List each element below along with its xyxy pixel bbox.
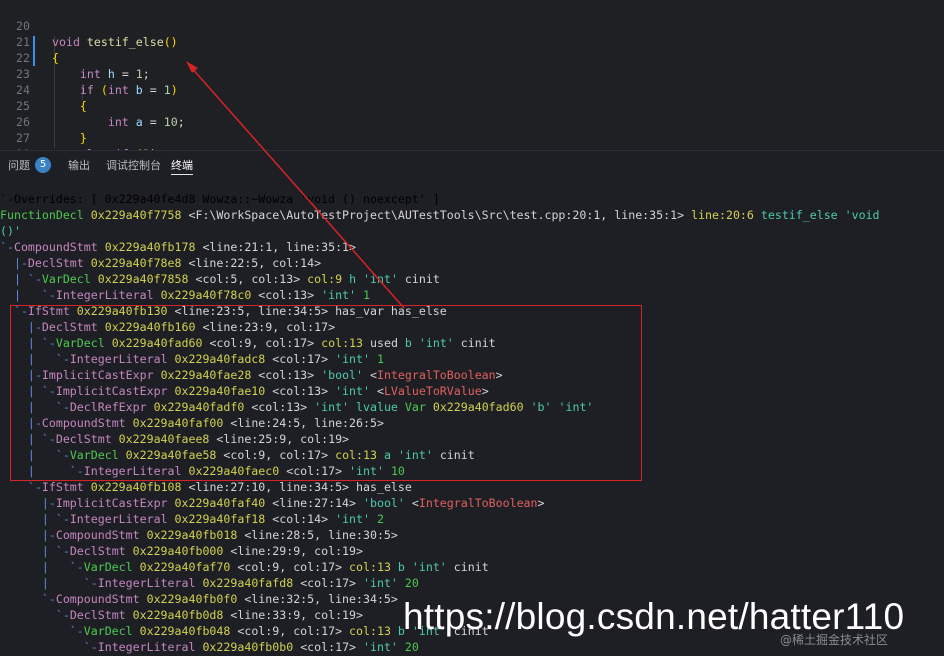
code-line[interactable]: 26 }: [0, 98, 944, 145]
terminal-line: `-CompoundStmt 0x229a40fb178 <line:21:1,…: [0, 240, 357, 254]
tab-output[interactable]: 输出: [68, 157, 90, 173]
terminal-line: |-CompoundStmt 0x229a40fb018 <line:28:5,…: [0, 528, 398, 542]
tab-debug-console[interactable]: 调试控制台: [106, 157, 161, 173]
terminal-line: | `-VarDecl 0x229a40fad60 <col:9, col:17…: [0, 336, 496, 350]
terminal-line: `-IntegerLiteral 0x229a40fb0b0 <col:17> …: [0, 640, 419, 654]
terminal-line: | `-VarDecl 0x229a40fae58 <col:9, col:17…: [0, 448, 475, 462]
terminal-line: |-CompoundStmt 0x229a40faf00 <line:24:5,…: [0, 416, 384, 430]
terminal-line: ()': [0, 224, 21, 238]
terminal-line: | `-IntegerLiteral 0x229a40f78c0 <col:13…: [0, 288, 370, 302]
terminal-line: |-ImplicitCastExpr 0x229a40fae28 <col:13…: [0, 368, 503, 382]
terminal-line: `-IfStmt 0x229a40fb108 <line:27:10, line…: [0, 480, 412, 494]
terminal-line: | `-IntegerLiteral 0x229a40fafd8 <col:17…: [0, 576, 419, 590]
code-line[interactable]: 22 int h = 1;: [0, 34, 944, 81]
terminal-line: | `-DeclStmt 0x229a40fb000 <line:29:9, c…: [0, 544, 363, 558]
terminal-line: | `-VarDecl 0x229a40faf70 <col:9, col:17…: [0, 560, 489, 574]
code-line[interactable]: 21 {: [0, 18, 944, 65]
code-line[interactable]: 23 if (int b = 1): [0, 50, 944, 97]
code-line[interactable]: 28 {: [0, 130, 944, 177]
code-line[interactable]: 25 int a = 10;: [0, 82, 944, 129]
terminal-line: `-CompoundStmt 0x229a40fb0f0 <line:32:5,…: [0, 592, 398, 606]
terminal-line: | `-IntegerLiteral 0x229a40faec0 <col:17…: [0, 464, 405, 478]
panel-tab-bar: 问题 5 输出 调试控制台 终端: [0, 150, 944, 179]
terminal-line: |-ImplicitCastExpr 0x229a40faf40 <line:2…: [0, 496, 545, 510]
terminal-line: | `-IntegerLiteral 0x229a40faf18 <col:14…: [0, 512, 384, 526]
problems-count-badge: 5: [35, 157, 51, 173]
tab-terminal[interactable]: 终端: [171, 157, 193, 175]
code-line[interactable]: 27 else if (2): [0, 114, 944, 161]
terminal-line: | `-ImplicitCastExpr 0x229a40fae10 <col:…: [0, 384, 489, 398]
terminal-line: `-DeclStmt 0x229a40fb0d8 <line:33:9, col…: [0, 608, 363, 622]
terminal-line: |-DeclStmt 0x229a40f78e8 <line:22:5, col…: [0, 256, 322, 270]
code-line[interactable]: 20 void testif_else(): [0, 2, 944, 49]
terminal-line: `-IfStmt 0x229a40fb130 <line:23:5, line:…: [0, 304, 447, 318]
terminal-line: | `-DeclStmt 0x229a40faee8 <line:25:9, c…: [0, 432, 350, 446]
terminal-line: |-DeclStmt 0x229a40fb160 <line:23:9, col…: [0, 320, 336, 334]
code-line[interactable]: 24 {: [0, 66, 944, 113]
tab-problems[interactable]: 问题: [8, 157, 30, 173]
terminal-line: | `-VarDecl 0x229a40f7858 <col:5, col:13…: [0, 272, 440, 286]
terminal-line: | `-DeclRefExpr 0x229a40fadf0 <col:13> '…: [0, 400, 594, 414]
terminal-line: `-Overrides: [ 0x229a40fe4d8 Wowza::~Wow…: [0, 192, 440, 206]
terminal-line: | `-IntegerLiteral 0x229a40fadc8 <col:17…: [0, 352, 384, 366]
watermark-community: @稀土掘金技术社区: [780, 633, 889, 647]
code-editor[interactable]: 20 void testif_else() 21 { 22 int h = 1;…: [0, 0, 944, 177]
terminal-output[interactable]: `-Overrides: [ 0x229a40fe4d8 Wowza::~Wow…: [0, 180, 944, 656]
terminal-line: FunctionDecl 0x229a40f7758 <F:\WorkSpace…: [0, 208, 880, 222]
